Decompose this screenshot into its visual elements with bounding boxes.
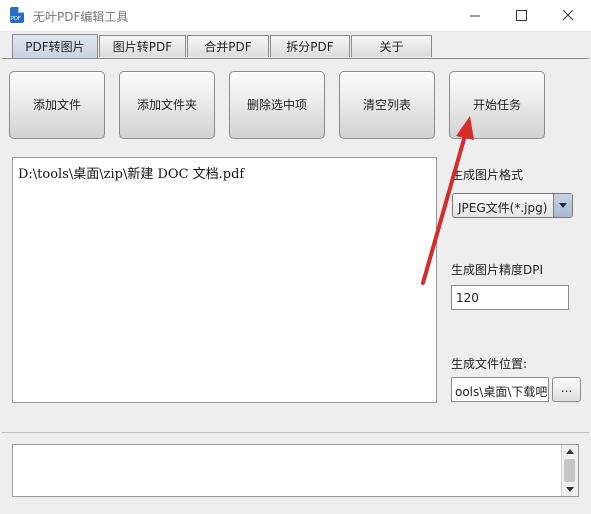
tab-image-to-pdf[interactable]: 图片转PDF [99, 35, 186, 57]
image-format-select[interactable]: JPEG文件(*.jpg) [452, 193, 573, 218]
dpi-label: 生成图片精度DPI [451, 263, 544, 277]
image-format-label: 生成图片格式 [451, 168, 524, 182]
minimize-button[interactable] [452, 0, 498, 31]
tab-about[interactable]: 关于 [351, 35, 432, 57]
tab-pdf-to-image[interactable]: PDF转图片 [12, 34, 98, 58]
list-item[interactable]: D:\tools\桌面\zip\新建 DOC 文档.pdf [18, 163, 244, 182]
delete-selected-button[interactable]: 删除选中项 [229, 71, 325, 139]
divider [2, 432, 589, 433]
log-textarea[interactable] [12, 444, 579, 497]
tab-split-pdf[interactable]: 拆分PDF [270, 35, 350, 57]
add-folder-button[interactable]: 添加文件夹 [119, 71, 215, 139]
minimize-icon [470, 15, 480, 17]
maximize-icon [516, 10, 527, 21]
close-button[interactable] [545, 0, 591, 31]
close-icon [563, 10, 574, 21]
dpi-input[interactable]: 120 [451, 285, 569, 310]
output-location-label: 生成文件位置: [451, 357, 528, 371]
title-bar[interactable]: PDF 无叶PDF编辑工具 [0, 0, 591, 32]
scroll-up-icon[interactable] [566, 449, 574, 454]
clear-list-button[interactable]: 清空列表 [339, 71, 435, 139]
file-list[interactable]: D:\tools\桌面\zip\新建 DOC 文档.pdf [12, 157, 437, 403]
add-file-button[interactable]: 添加文件 [9, 71, 105, 139]
output-path-input[interactable]: ools\桌面\下载吧 [451, 377, 549, 402]
browse-button[interactable]: ... [552, 377, 581, 402]
log-scrollbar[interactable] [561, 445, 578, 496]
chevron-down-icon[interactable] [553, 194, 572, 217]
image-format-value: JPEG文件(*.jpg) [458, 201, 548, 215]
maximize-button[interactable] [498, 0, 544, 31]
tab-merge-pdf[interactable]: 合并PDF [187, 35, 269, 57]
app-icon: PDF [10, 7, 24, 23]
scroll-thumb[interactable] [564, 459, 575, 482]
tab-divider [2, 58, 589, 59]
window-title: 无叶PDF编辑工具 [33, 10, 129, 24]
scroll-down-icon[interactable] [566, 487, 574, 492]
start-task-button[interactable]: 开始任务 [449, 71, 545, 139]
